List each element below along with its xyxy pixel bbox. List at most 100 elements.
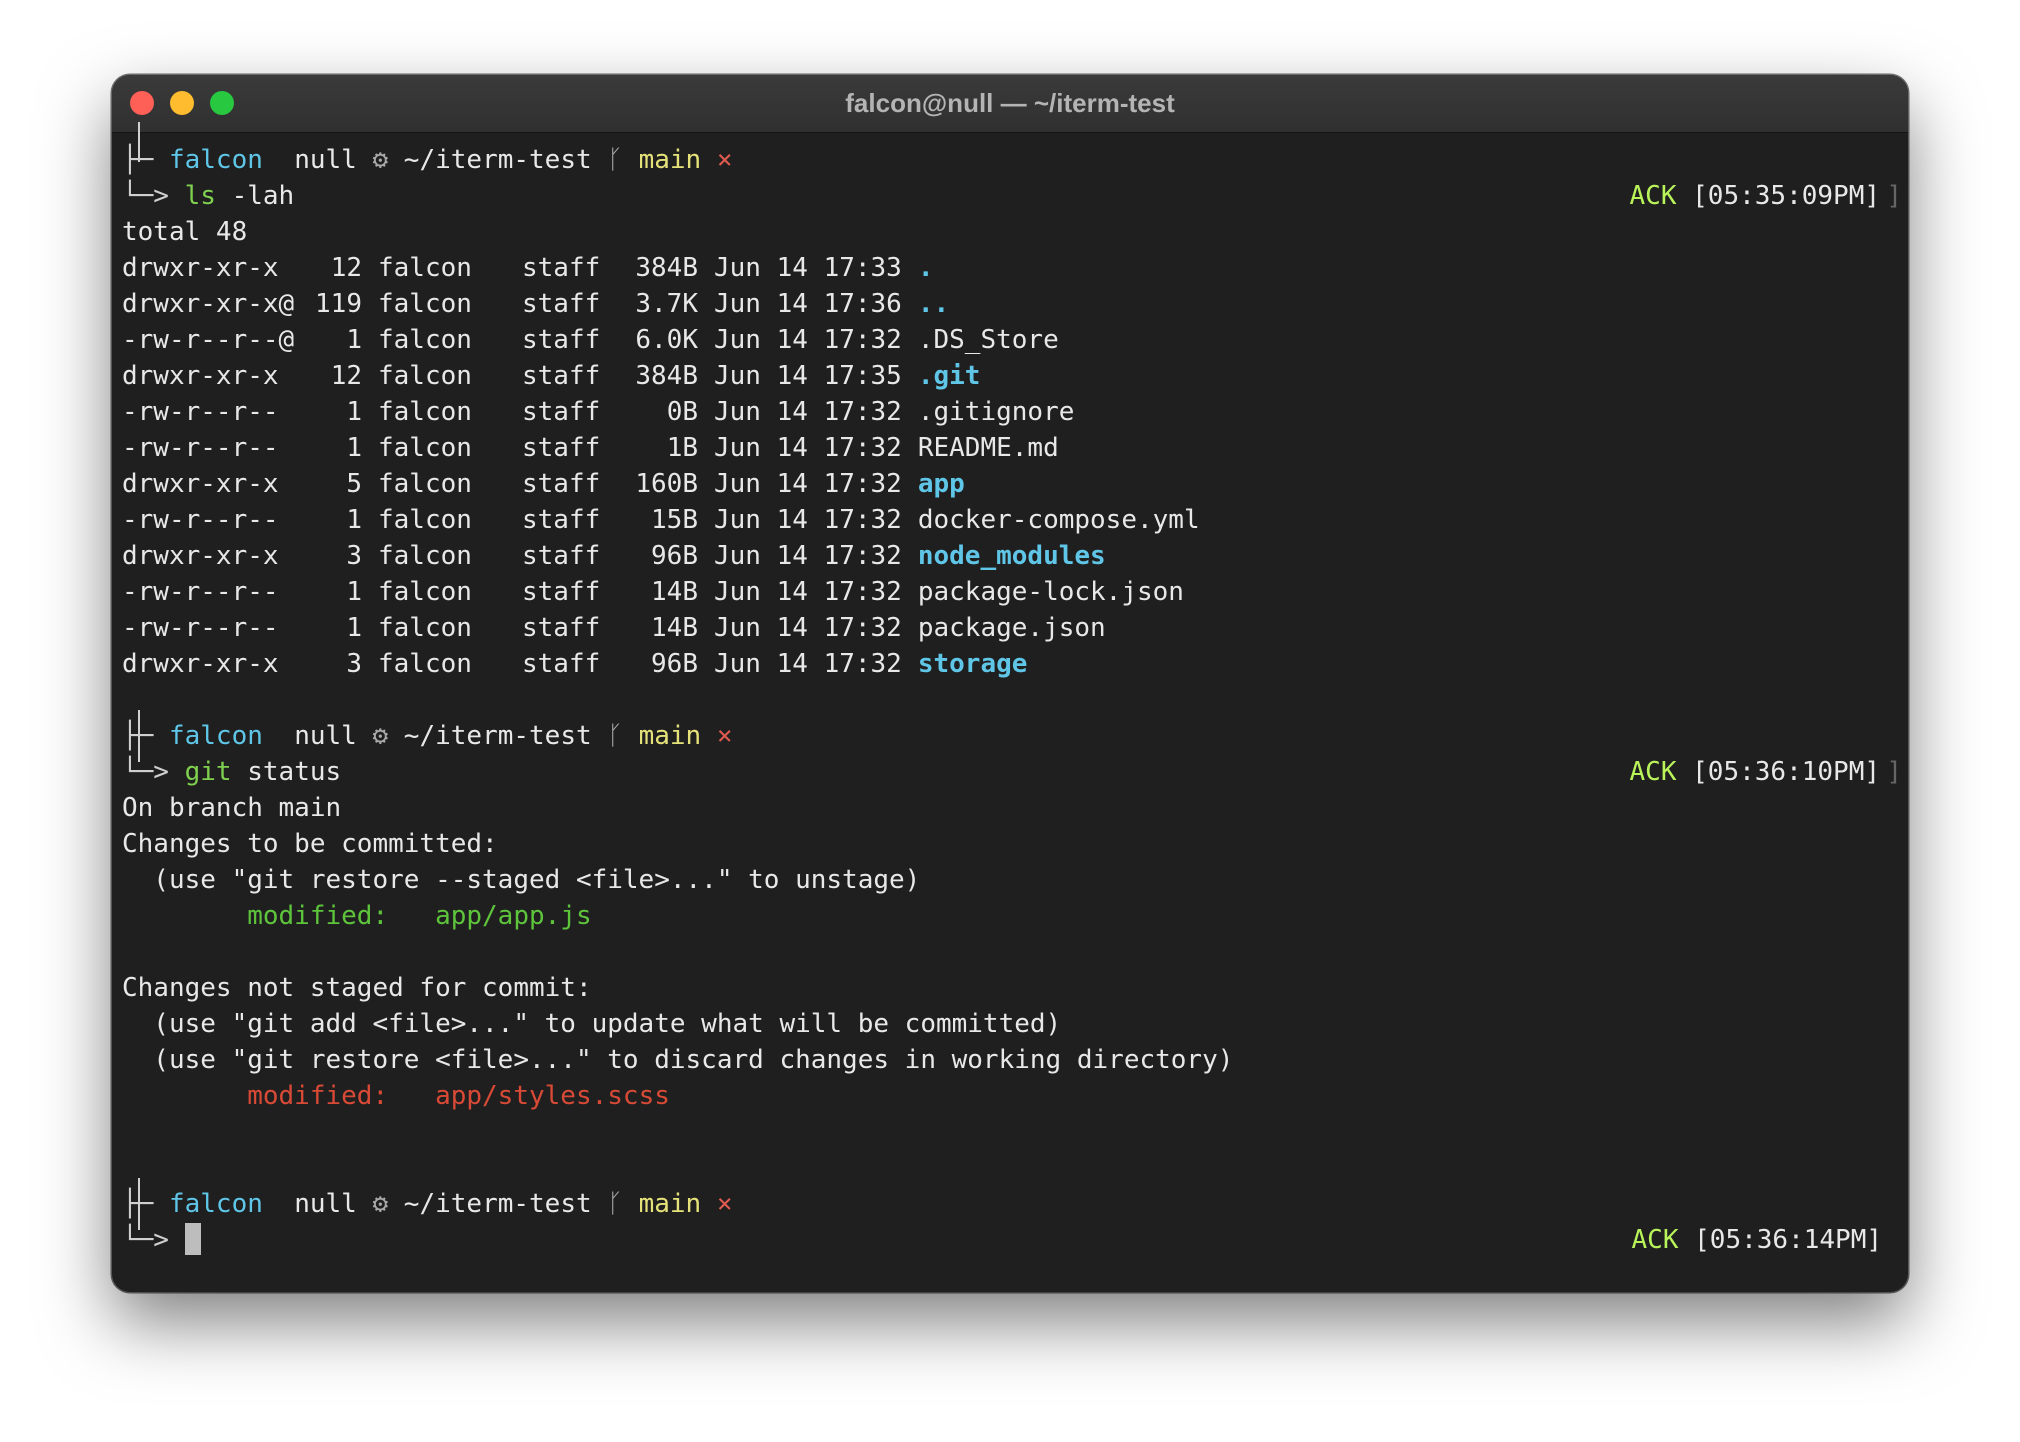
ls-row: drwxr-xr-x@ 119 falcon staff 3.7K Jun 14 17:3… [122,286,1908,322]
git-branch-line: On branch main [122,793,342,823]
ls-name: . [917,253,934,283]
timestamp: [05:35:09PM] [1692,181,1880,211]
prompt-user: falcon [168,1189,263,1219]
git-branch-icon: ᚴ [607,721,623,751]
ls-group: staff [522,649,601,679]
ls-owner: falcon [378,541,472,571]
ls-owner: falcon [378,253,472,283]
ls-size: 6.0K [635,325,698,355]
command-line: └─> git status ACK [05:36:10PM]] [122,754,1908,790]
ls-size: 384B [635,253,698,283]
ls-size: 96B [651,541,698,571]
git-unstaged-entry: modified: app/styles.scss [122,1081,670,1111]
ls-group: staff [522,433,601,463]
dirty-indicator: × [716,1189,733,1219]
ls-row: -rw-r--r--@ 1 falcon staff 6.0K Jun 14 17:32.… [122,322,1908,358]
ls-links: 3 [346,649,362,679]
prompt-path: ~/iterm-test [403,721,592,751]
ls-name: node_modules [917,541,1106,571]
title-bar[interactable]: falcon@null — ~/iterm-test [112,75,1908,133]
ls-owner: falcon [378,505,472,535]
git-unstaged-hint: (use "git restore <file>..." to discard … [122,1045,1234,1075]
ls-links: 119 [315,289,362,319]
ack-status: ACK [05:36:10PM]] [1629,757,1902,787]
ls-perms: drwxr-xr-x [122,469,279,499]
ls-size: 384B [635,361,698,391]
command-args: -lah [215,181,295,211]
ls-links: 1 [346,577,362,607]
ls-links: 1 [346,397,362,427]
prompt-branch: main [638,145,702,175]
prompt-user: falcon [168,721,263,751]
ls-group: staff [522,577,601,607]
ls-group: staff [522,505,601,535]
terminal-content[interactable]: ├─ falcon null ⚙ ~/iterm-test ᚴ main × └… [122,122,1908,1292]
ls-row: drwxr-xr-x 5 falcon staff 160B Jun 14 17:32 ap… [122,466,1908,502]
ls-owner: falcon [378,289,472,319]
ls-total: total 48 [122,217,248,247]
ls-name: docker-compose.yml [917,505,1200,535]
ls-group: staff [522,397,601,427]
ls-name: package-lock.json [917,577,1184,607]
ls-group: staff [522,325,601,355]
ls-row: drwxr-xr-x 12 falcon staff 384B Jun 14 17:33. [122,250,1908,286]
ls-links: 12 [330,361,362,391]
command-input-line[interactable]: └─> ACK [05:36:14PM] [122,1222,1908,1258]
prompt-path: ~/iterm-test [403,145,592,175]
terminal-window: falcon@null — ~/iterm-test ├─ falcon nul… [112,75,1908,1292]
command-name: ls [184,181,216,211]
ls-perms: -rw-r--r-- [122,397,279,427]
ls-perms: drwxr-xr-x@ [122,289,295,319]
ls-size: 15B [651,505,698,535]
ls-perms: -rw-r--r-- [122,433,279,463]
ls-row: -rw-r--r-- 1 falcon staff 15B Jun 14 17:32 doc… [122,502,1908,538]
ls-size: 14B [651,577,698,607]
text-cursor[interactable] [184,1223,201,1255]
prompt-branch: main [638,721,702,751]
ls-perms: drwxr-xr-x [122,541,279,571]
ls-row: -rw-r--r-- 1 falcon staff 14B Jun 14 17:32 pac… [122,574,1908,610]
git-unstaged-hint: (use "git add <file>..." to update what … [122,1009,1062,1039]
ls-date: Jun 14 17:32 [714,505,902,535]
gear-icon: ⚙ [372,145,389,175]
ls-date: Jun 14 17:32 [714,541,902,571]
ls-perms: -rw-r--r-- [122,613,279,643]
ls-date: Jun 14 17:32 [714,577,902,607]
prompt-host: null [294,1189,357,1219]
ls-row: drwxr-xr-x 3 falcon staff 96B Jun 14 17:32 nod… [122,538,1908,574]
ls-row: -rw-r--r-- 1 falcon staff 1B Jun 14 17:32 READ… [122,430,1908,466]
ls-date: Jun 14 17:32 [714,397,902,427]
ls-date: Jun 14 17:36 [714,289,902,319]
ls-size: 14B [651,613,698,643]
ls-owner: falcon [378,649,472,679]
git-unstaged-header: Changes not staged for commit: [122,973,592,1003]
ls-row: drwxr-xr-x 12 falcon staff 384B Jun 14 17:35.… [122,358,1908,394]
prompt-line: ├─ falcon null ⚙ ~/iterm-test ᚴ main × [122,145,733,175]
ls-perms: drwxr-xr-x [122,649,279,679]
ls-date: Jun 14 17:32 [714,649,902,679]
ls-owner: falcon [378,361,472,391]
git-staged-entry: modified: app/app.js [122,901,592,931]
prompt-host: null [294,145,357,175]
ls-links: 1 [346,613,362,643]
ls-group: staff [522,361,601,391]
ls-group: staff [522,289,601,319]
ls-size: 160B [635,469,698,499]
ls-perms: -rw-r--r-- [122,577,279,607]
ls-links: 12 [330,253,362,283]
ls-group: staff [522,541,601,571]
command-args: status [231,757,342,787]
gear-icon: ⚙ [372,1189,389,1219]
ls-owner: falcon [378,397,472,427]
gear-icon: ⚙ [372,721,389,751]
ls-date: Jun 14 17:32 [714,325,902,355]
prompt-branch: main [638,1189,702,1219]
ls-name: storage [917,649,1028,679]
ls-size: 96B [651,649,698,679]
ls-size: 0B [666,397,698,427]
window-title: falcon@null — ~/iterm-test [845,88,1175,118]
ls-name: .git [917,361,981,391]
ls-owner: falcon [378,325,472,355]
ls-date: Jun 14 17:32 [714,433,902,463]
ls-size: 1B [666,433,698,463]
